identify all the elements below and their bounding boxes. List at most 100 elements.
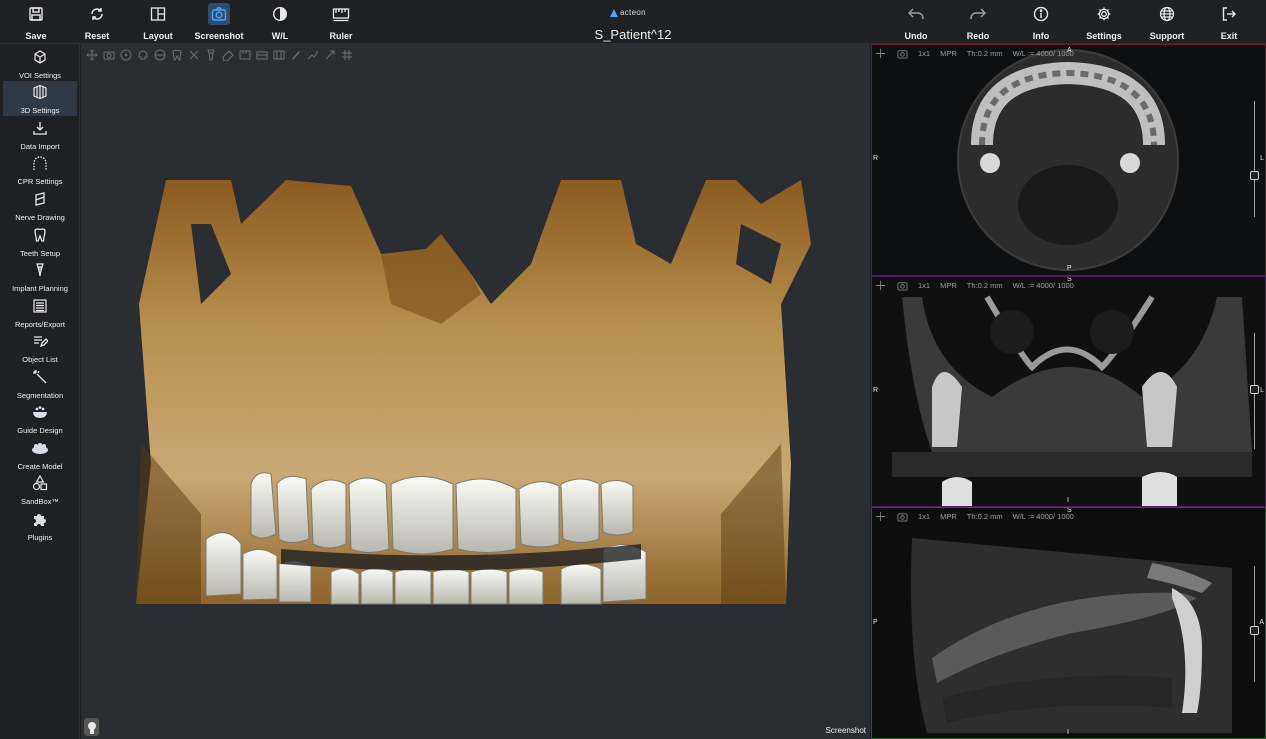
orientation-head-icon[interactable] (84, 718, 99, 736)
ruler-icon (330, 3, 352, 25)
info-label: Info (1032, 31, 1050, 41)
sidebar-item-create-model[interactable]: Create Model (3, 437, 77, 472)
camera-icon[interactable] (896, 48, 908, 59)
sidebar-item-label: Data Import (20, 142, 60, 151)
nerve-icon (30, 190, 50, 208)
sidebar-item-segmentation[interactable]: Segmentation (3, 366, 77, 401)
slice-scrollbar[interactable] (1254, 566, 1255, 682)
report-icon (30, 297, 50, 315)
slice-scroll-handle[interactable] (1250, 171, 1259, 180)
save-label: Save (25, 31, 47, 41)
guide-icon (30, 403, 50, 421)
sidebar-item-reports-export[interactable]: Reports/Export (3, 295, 77, 330)
info-button[interactable]: Info (1011, 2, 1071, 42)
redo-label: Redo (966, 31, 990, 41)
sidebar-item-teeth-setup[interactable]: Teeth Setup (3, 224, 77, 259)
top-toolbar: Save Reset Layout Screenshot W/L Ruler a… (0, 0, 1266, 44)
save-button[interactable]: Save (6, 2, 66, 42)
undo-label: Undo (904, 31, 928, 41)
sidebar-item-label: Reports/Export (14, 320, 66, 329)
wl-value: W/L := 4000/ 1000 (1012, 49, 1074, 58)
sidebar-item-sandbox[interactable]: SandBox™ (3, 472, 77, 507)
camera-icon[interactable] (896, 280, 908, 291)
sidebar-item-voi-settings[interactable]: VOI Settings (3, 46, 77, 81)
orient-left: R (873, 387, 879, 394)
sidebar-item-cpr-settings[interactable]: CPR Settings (3, 152, 77, 187)
orient-right: L (1260, 155, 1264, 162)
redo-button[interactable]: Redo (948, 2, 1008, 42)
axial-slice-image (957, 49, 1179, 271)
sidebar-item-label: CPR Settings (17, 177, 63, 186)
cube-icon (30, 48, 50, 66)
layout-icon (147, 3, 169, 25)
camera-icon[interactable] (896, 511, 908, 522)
list-edit-icon (30, 332, 50, 350)
slice-scroll-handle[interactable] (1250, 626, 1259, 635)
sidebar-item-label: VOI Settings (18, 71, 62, 80)
sidebar-item-guide-design[interactable]: Guide Design (3, 401, 77, 436)
slice-scroll-handle[interactable] (1250, 385, 1259, 394)
reset-button[interactable]: Reset (67, 2, 127, 42)
move-icon[interactable] (874, 280, 886, 291)
orient-right: L (1260, 387, 1264, 394)
coronal-view-pane[interactable]: 1x1 MPR Th:0.2 mm W/L := 4000/ 1000 S I … (871, 276, 1266, 507)
screenshot-label: Screenshot (194, 31, 244, 41)
left-sidebar: VOI Settings 3D Settings Data Import CPR… (0, 44, 80, 739)
settings-label: Settings (1086, 31, 1122, 41)
pane-header: 1x1 MPR Th:0.2 mm W/L := 4000/ 1000 (874, 511, 1074, 522)
mode-value: MPR (940, 281, 957, 290)
sidebar-item-object-list[interactable]: Object List (3, 330, 77, 365)
model-icon (30, 439, 50, 457)
orient-left: R (873, 155, 879, 162)
sidebar-item-plugins[interactable]: Plugins (3, 508, 77, 543)
puzzle-icon (30, 510, 50, 528)
3d-viewport[interactable]: Screenshot (81, 44, 870, 739)
axial-view-pane[interactable]: 1x1 MPR Th:0.2 mm W/L := 4000/ 1000 A P … (871, 44, 1266, 276)
move-icon[interactable] (874, 48, 886, 59)
camera-icon (208, 3, 230, 25)
wl-button[interactable]: W/L (250, 2, 310, 42)
layout-value: 1x1 (918, 49, 931, 58)
reset-icon (86, 3, 108, 25)
orient-bottom: I (1067, 497, 1069, 504)
sidebar-item-label: Create Model (17, 462, 63, 471)
layout-button[interactable]: Layout (128, 2, 188, 42)
tooth-icon (30, 226, 50, 244)
sidebar-item-label: SandBox™ (21, 497, 59, 506)
sidebar-item-nerve-drawing[interactable]: Nerve Drawing (3, 188, 77, 223)
undo-button[interactable]: Undo (886, 2, 946, 42)
sidebar-item-label: Segmentation (16, 391, 64, 400)
orient-top: S (1067, 276, 1072, 283)
globe-icon (1156, 3, 1178, 25)
exit-button[interactable]: Exit (1199, 2, 1259, 42)
save-icon (25, 3, 47, 25)
screenshot-caption: Screenshot (825, 726, 866, 735)
pane-header: 1x1 MPR Th:0.2 mm W/L := 4000/ 1000 (874, 280, 1074, 291)
gear-icon (1093, 3, 1115, 25)
download-icon (30, 119, 50, 137)
ruler-button[interactable]: Ruler (311, 2, 371, 42)
mode-value: MPR (940, 512, 957, 521)
sagittal-view-pane[interactable]: 1x1 MPR Th:0.2 mm W/L := 4000/ 1000 S I … (871, 507, 1266, 739)
layout-label: Layout (143, 31, 173, 41)
wl-label: W/L (271, 31, 289, 41)
patient-name: S_Patient^12 (594, 27, 672, 42)
support-button[interactable]: Support (1137, 2, 1197, 42)
sagittal-slice-image (872, 508, 1265, 738)
slice-scrollbar[interactable] (1254, 101, 1255, 217)
exit-icon (1218, 3, 1240, 25)
sidebar-item-implant-planning[interactable]: Implant Planning (3, 259, 77, 294)
brand-logo: acteon (610, 8, 646, 17)
arch-icon (30, 154, 50, 172)
sidebar-item-3d-settings[interactable]: 3D Settings (3, 81, 77, 116)
screenshot-button[interactable]: Screenshot (189, 2, 249, 42)
move-icon[interactable] (874, 511, 886, 522)
sidebar-item-label: Guide Design (17, 426, 63, 435)
info-icon (1030, 3, 1052, 25)
sidebar-item-label: 3D Settings (20, 106, 60, 115)
sidebar-item-data-import[interactable]: Data Import (3, 117, 77, 152)
settings-button[interactable]: Settings (1074, 2, 1134, 42)
ruler-label: Ruler (329, 31, 353, 41)
sidebar-item-label: Object List (22, 355, 58, 364)
sidebar-item-label: Teeth Setup (19, 249, 61, 258)
